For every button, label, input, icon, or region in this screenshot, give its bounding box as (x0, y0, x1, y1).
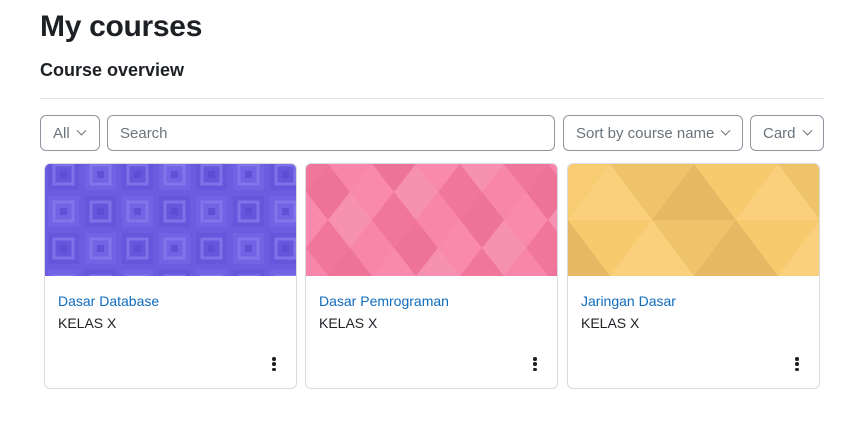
grouping-filter-label: All (53, 124, 70, 142)
course-card[interactable]: Dasar Pemrograman KELAS X (305, 163, 558, 389)
view-mode-label: Card (763, 124, 796, 142)
page-title: My courses (40, 10, 203, 43)
view-mode-dropdown[interactable]: Card (750, 115, 824, 151)
course-image[interactable] (306, 164, 557, 276)
chevron-down-icon (802, 125, 812, 136)
course-category: KELAS X (58, 315, 117, 331)
sort-dropdown[interactable]: Sort by course name (563, 115, 743, 151)
course-overview-title: Course overview (40, 60, 185, 80)
course-image[interactable] (568, 164, 819, 276)
chevron-down-icon (720, 125, 731, 136)
sort-label: Sort by course name (576, 124, 715, 142)
divider (40, 98, 824, 99)
course-name-link[interactable]: Dasar Database (58, 293, 159, 309)
course-card[interactable]: Dasar Database KELAS X (44, 163, 297, 389)
search-input[interactable] (120, 124, 542, 142)
grouping-filter-dropdown[interactable]: All (40, 115, 100, 151)
search-field[interactable] (107, 115, 555, 151)
vertical-ellipsis-icon[interactable] (268, 356, 280, 372)
course-category: KELAS X (319, 315, 378, 331)
course-card[interactable]: Jaringan Dasar KELAS X (567, 163, 820, 389)
course-name-link[interactable]: Jaringan Dasar (581, 293, 676, 309)
course-category: KELAS X (581, 315, 640, 331)
chevron-down-icon (76, 125, 87, 136)
course-name-link[interactable]: Dasar Pemrograman (319, 293, 449, 309)
vertical-ellipsis-icon[interactable] (791, 356, 803, 372)
vertical-ellipsis-icon[interactable] (529, 356, 541, 372)
course-image[interactable] (45, 164, 296, 276)
